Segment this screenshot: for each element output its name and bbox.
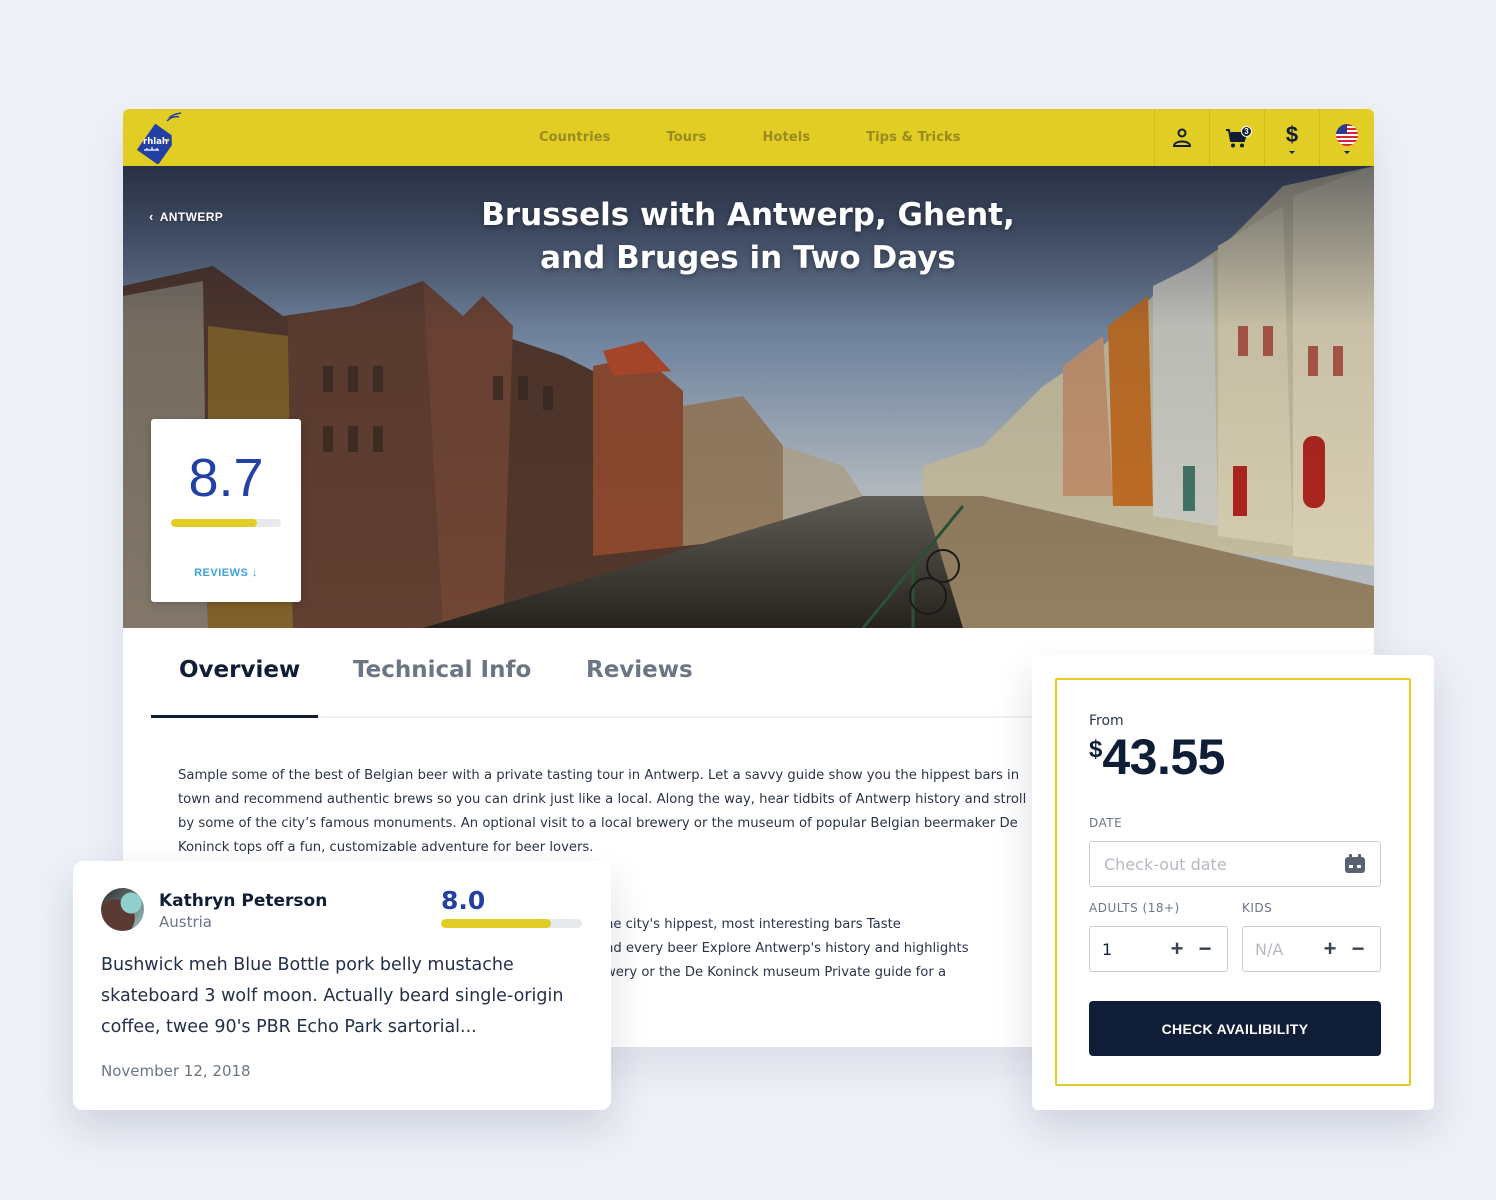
kids-minus-button[interactable]: − bbox=[1348, 938, 1368, 960]
nav-link-tips-tricks[interactable]: Tips & Tricks bbox=[866, 130, 960, 145]
rating-score: 8.7 bbox=[188, 448, 264, 508]
review-score-bar-fill bbox=[441, 919, 551, 928]
currency-symbol: $ bbox=[1089, 736, 1103, 763]
review-score-bar bbox=[441, 919, 582, 928]
reviews-link[interactable]: REVIEWS ↓ bbox=[151, 567, 301, 579]
nav-link-hotels[interactable]: Hotels bbox=[763, 130, 811, 145]
review-card: Kathryn Peterson Austria 8.0 Bushwick me… bbox=[73, 861, 611, 1110]
review-date: November 12, 2018 bbox=[101, 1062, 251, 1080]
booking-card: From $43.55 DATE Check-out date ADULTS (… bbox=[1032, 655, 1434, 1110]
reviewer-country: Austria bbox=[159, 913, 212, 931]
kids-stepper[interactable]: N/A + − bbox=[1242, 926, 1381, 972]
rating-card: 8.7 REVIEWS ↓ bbox=[151, 419, 301, 602]
adults-value[interactable]: 1 bbox=[1102, 940, 1159, 959]
caret-down-icon bbox=[1289, 151, 1295, 154]
hero-banner: ‹ ANTWERP Brussels with Antwerp, Ghent, … bbox=[123, 166, 1374, 628]
language-selector[interactable] bbox=[1319, 109, 1374, 166]
nav-link-tours[interactable]: Tours bbox=[667, 130, 707, 145]
back-to-antwerp-link[interactable]: ‹ ANTWERP bbox=[149, 209, 223, 224]
check-availability-button[interactable]: CHECK AVAILIBILITY bbox=[1089, 1001, 1381, 1056]
date-placeholder: Check-out date bbox=[1104, 854, 1227, 874]
user-icon bbox=[1172, 128, 1192, 147]
price-amount: 43.55 bbox=[1102, 729, 1225, 785]
tab-reviews[interactable]: Reviews bbox=[586, 657, 693, 683]
adults-minus-button[interactable]: − bbox=[1195, 938, 1215, 960]
dollar-icon: $ bbox=[1285, 121, 1299, 147]
reviews-link-label: REVIEWS bbox=[194, 567, 249, 579]
cart-button[interactable]: 3 bbox=[1209, 109, 1264, 166]
price: $43.55 bbox=[1089, 728, 1225, 786]
top-navigation: rhlah Countries Tours Hotels Tips & Tric… bbox=[123, 109, 1374, 166]
price-tag-logo-icon[interactable]: rhlah bbox=[131, 112, 185, 165]
tab-overview[interactable]: Overview bbox=[179, 657, 300, 683]
reviewer-name: Kathryn Peterson bbox=[159, 891, 328, 911]
date-label: DATE bbox=[1089, 816, 1123, 830]
date-field[interactable]: Check-out date bbox=[1089, 841, 1381, 887]
from-label: From bbox=[1089, 713, 1124, 729]
us-flag-icon bbox=[1336, 123, 1358, 146]
kids-value[interactable]: N/A bbox=[1255, 940, 1312, 959]
adults-plus-button[interactable]: + bbox=[1167, 938, 1187, 960]
tour-title-line-1: Brussels with Antwerp, Ghent, bbox=[481, 197, 1015, 233]
currency-selector[interactable]: $ bbox=[1264, 109, 1319, 166]
rating-bar-fill bbox=[171, 519, 257, 527]
back-link-label: ANTWERP bbox=[159, 209, 224, 224]
kids-plus-button[interactable]: + bbox=[1320, 938, 1340, 960]
rating-bar bbox=[171, 519, 281, 527]
booking-panel: From $43.55 DATE Check-out date ADULTS (… bbox=[1055, 678, 1411, 1086]
tour-title: Brussels with Antwerp, Ghent, and Bruges… bbox=[423, 194, 1073, 280]
logo-text: rhlah bbox=[143, 137, 168, 147]
chevron-left-icon: ‹ bbox=[149, 209, 154, 224]
reviewer-avatar bbox=[101, 888, 144, 931]
caret-down-icon bbox=[1344, 151, 1350, 154]
arrow-down-icon: ↓ bbox=[251, 567, 258, 579]
active-tab-indicator bbox=[151, 715, 318, 718]
review-text: Bushwick meh Blue Bottle pork belly must… bbox=[101, 955, 564, 1037]
review-score: 8.0 bbox=[441, 886, 486, 915]
tour-title-line-2: and Bruges in Two Days bbox=[540, 240, 956, 276]
kids-label: KIDS bbox=[1242, 901, 1273, 915]
adults-label: ADULTS (18+) bbox=[1089, 901, 1180, 915]
adults-stepper[interactable]: 1 + − bbox=[1089, 926, 1228, 972]
overview-description: Sample some of the best of Belgian beer … bbox=[178, 768, 1027, 855]
nav-links: Countries Tours Hotels Tips & Tricks bbox=[539, 109, 1017, 166]
nav-icon-group: 3 $ bbox=[1154, 109, 1374, 166]
cart-count-badge: 3 bbox=[1241, 126, 1252, 137]
tab-technical-info[interactable]: Technical Info bbox=[353, 657, 531, 683]
nav-link-countries[interactable]: Countries bbox=[539, 130, 611, 145]
account-button[interactable] bbox=[1154, 109, 1209, 166]
calendar-icon[interactable] bbox=[1344, 853, 1366, 875]
